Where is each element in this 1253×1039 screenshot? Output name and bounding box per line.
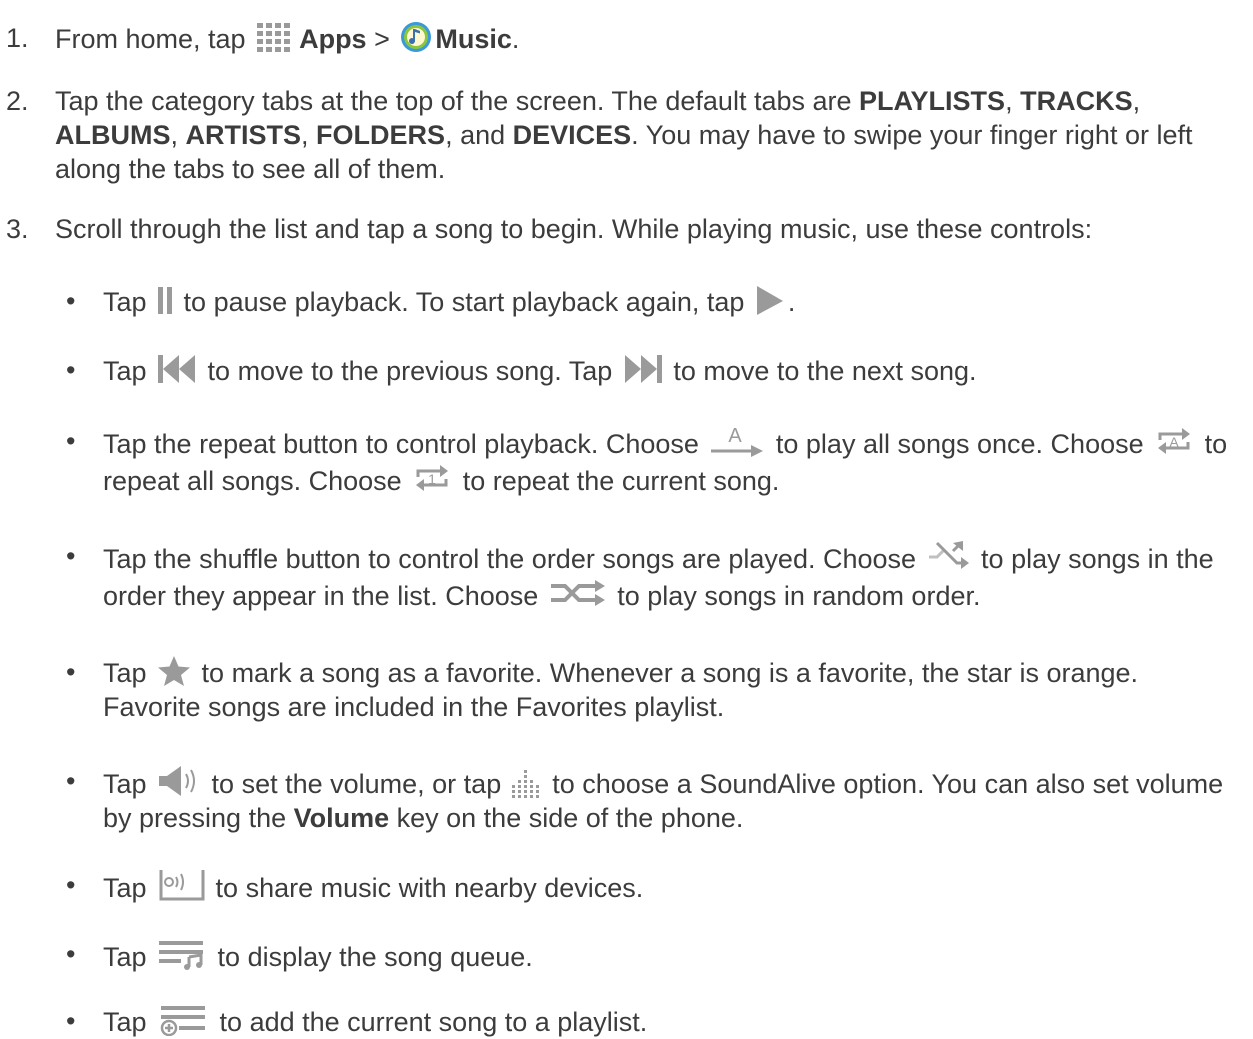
share-devices-icon: [157, 868, 205, 902]
step-text: Tap the category tabs at the top of the …: [55, 86, 1193, 184]
step-number: 1.: [6, 23, 29, 53]
favorite-star-icon: [157, 655, 191, 687]
volume-icon: [157, 764, 201, 798]
play-icon: [755, 284, 785, 316]
shuffle-on-icon: [549, 576, 607, 610]
repeat-one-icon: 1: [412, 461, 452, 495]
shuffle-off-icon: [927, 539, 971, 573]
song-queue-icon: [157, 937, 207, 971]
soundalive-icon: [511, 768, 542, 798]
bullet-dot: •: [66, 426, 76, 456]
bullet-dot: •: [66, 766, 76, 796]
bullet-dot: •: [66, 286, 76, 316]
previous-icon: [157, 353, 197, 385]
bullet-dot: •: [66, 541, 76, 571]
step-number: 3.: [6, 214, 29, 244]
bullet-dot: •: [66, 1006, 76, 1036]
bullet-dot: •: [66, 657, 76, 687]
svg-text:1: 1: [428, 471, 436, 487]
step-number: 2.: [6, 86, 29, 116]
step-text: From home, tap Apps > Music.: [55, 21, 1240, 56]
bullet-dot: •: [66, 355, 76, 385]
step-text: Scroll through the list and tap a song t…: [55, 214, 1093, 244]
repeat-all-icon: A: [1154, 424, 1194, 458]
bullet-dot: •: [66, 939, 76, 969]
pause-icon: [157, 284, 173, 316]
music-app-icon: [400, 21, 432, 53]
next-icon: [623, 353, 663, 385]
add-to-playlist-icon: [157, 1004, 209, 1036]
svg-text:A: A: [1169, 434, 1179, 450]
bullet-dot: •: [66, 870, 76, 900]
repeat-once-icon: A: [709, 424, 765, 458]
svg-text:A: A: [729, 425, 743, 447]
apps-grid-icon: [256, 21, 296, 53]
